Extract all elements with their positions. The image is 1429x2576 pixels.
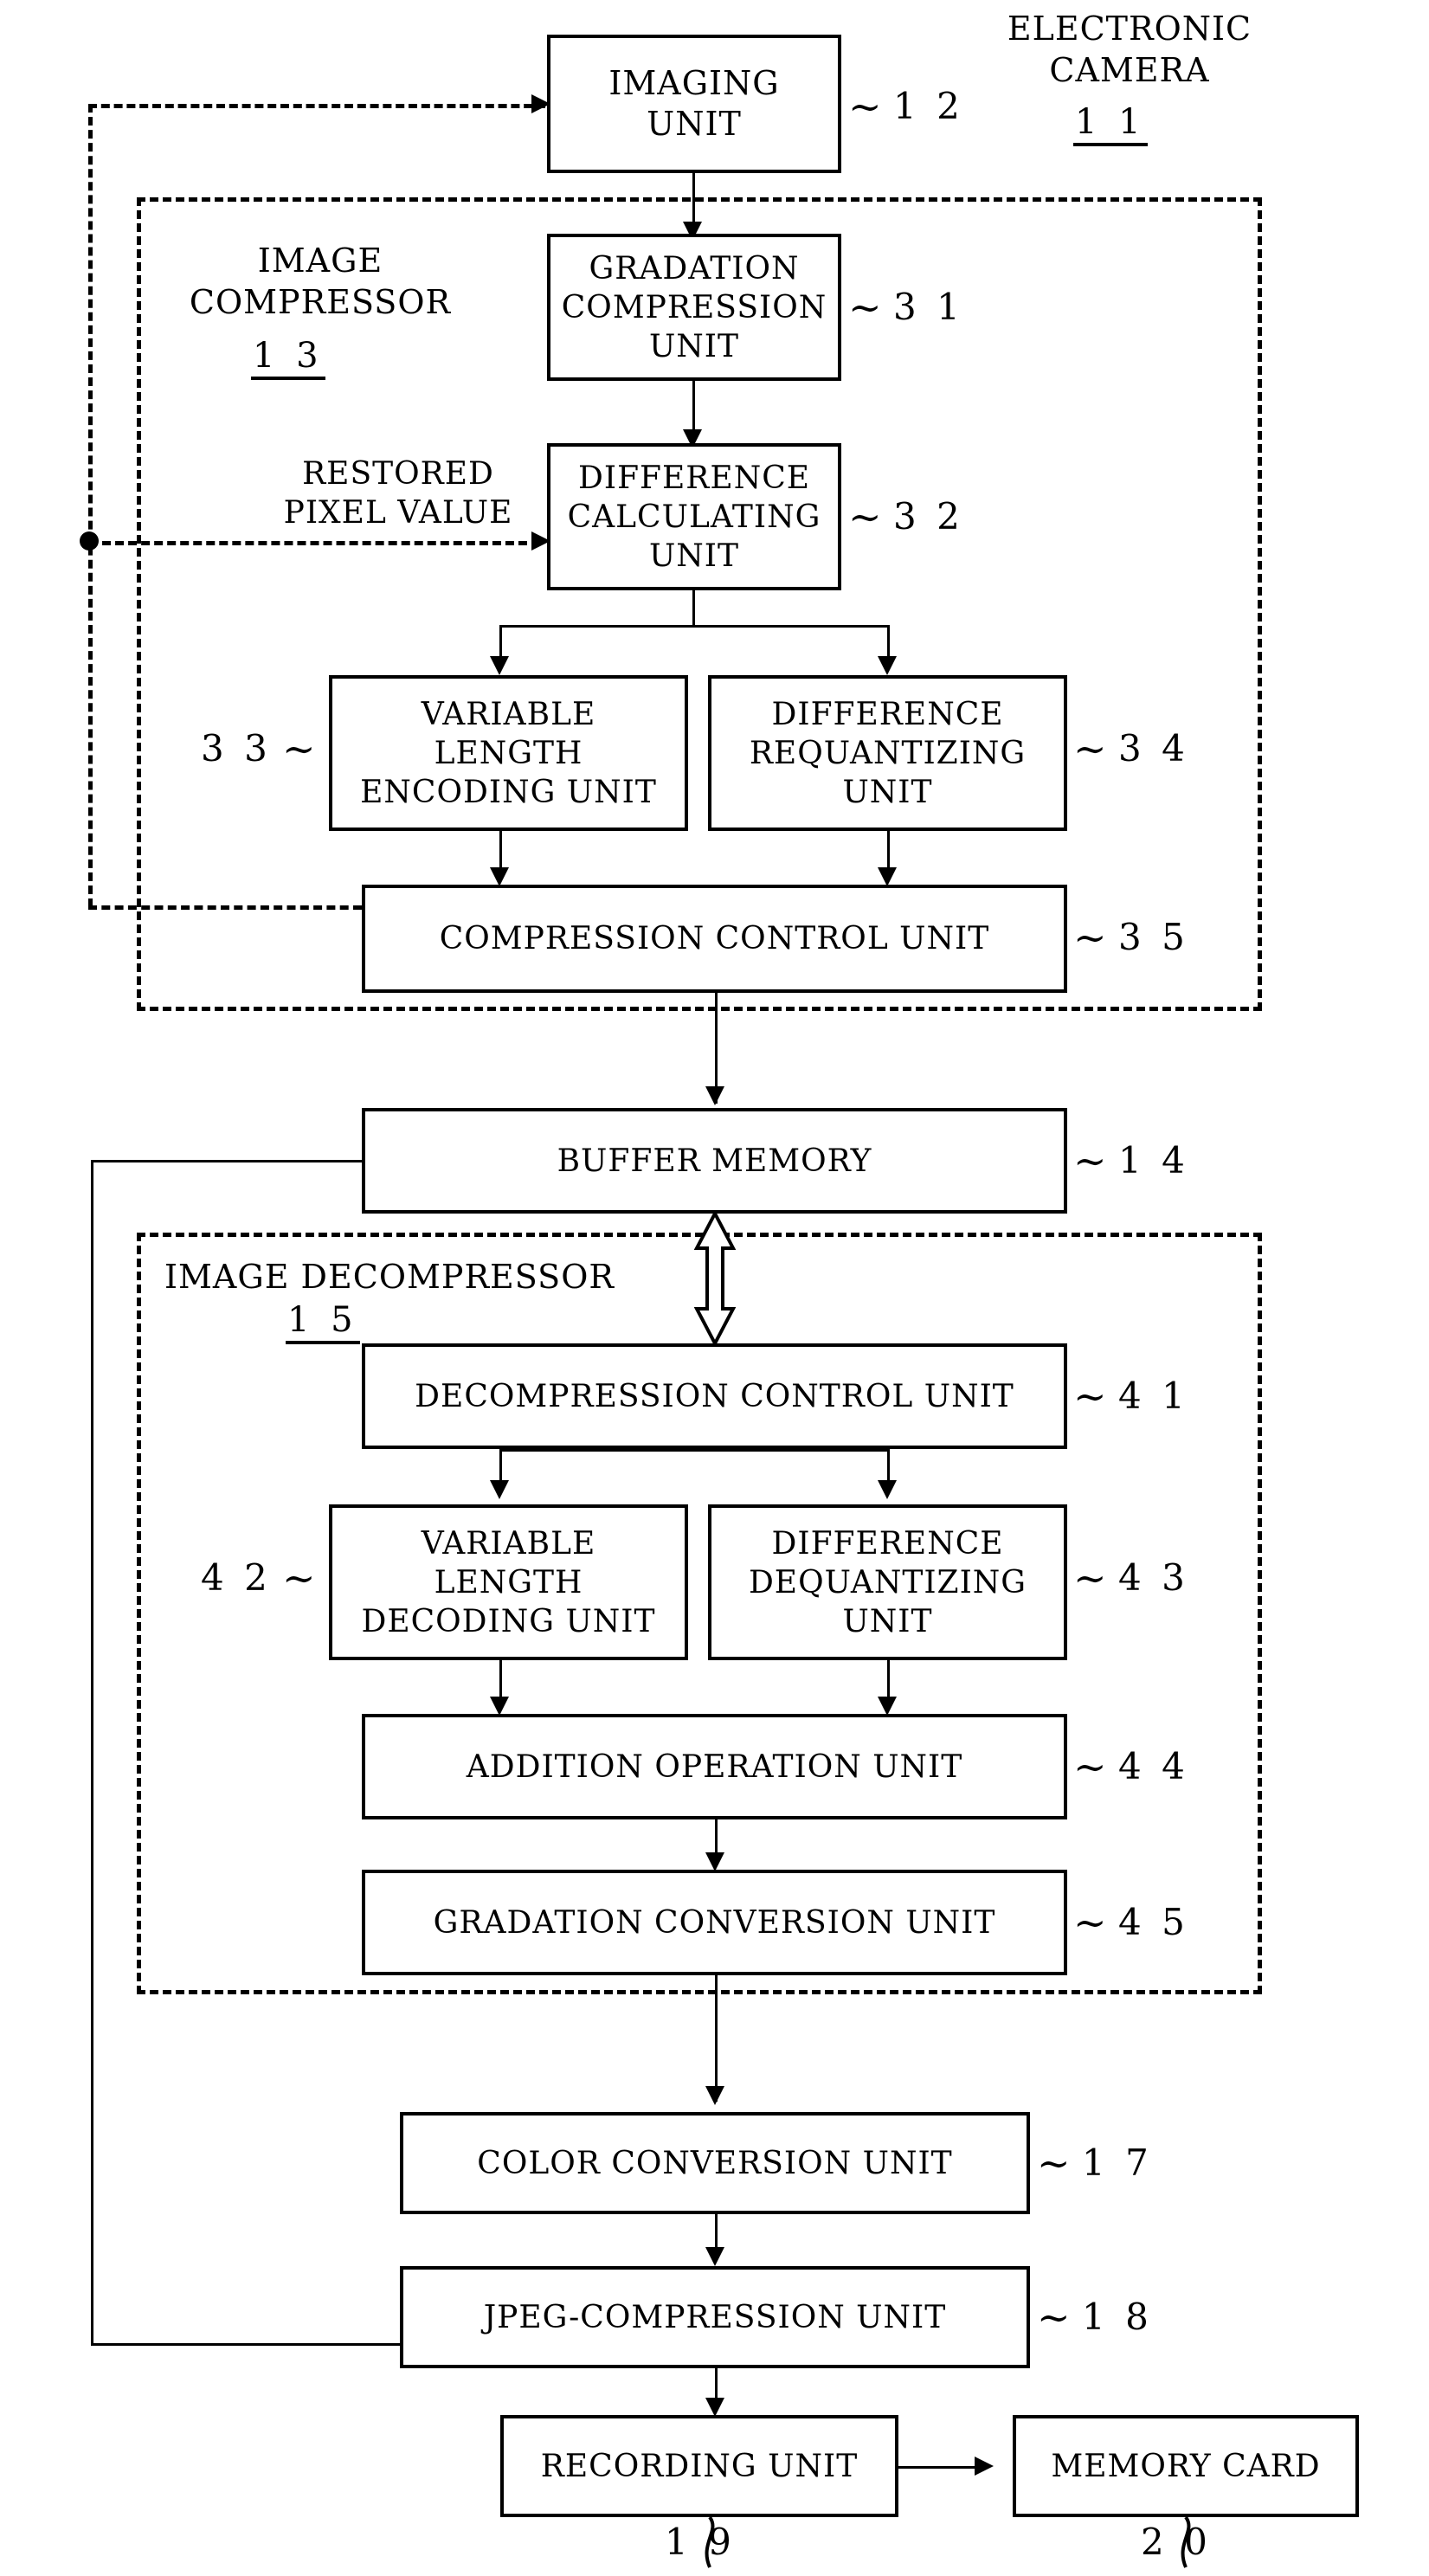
squiggle-icon-12: ∼ [848, 83, 882, 130]
squiggle-icon-33: ∼ [282, 725, 316, 772]
block-color-conversion-unit[interactable]: COLOR CONVERSION UNIT [400, 2112, 1030, 2214]
ref-imaging-unit: 1 2 [893, 85, 964, 127]
patent-block-diagram: ELECTRONIC CAMERA 1 1 IMAGING UNIT ∼ 1 2… [0, 0, 1429, 2576]
line-difference-fork-bar [499, 625, 887, 628]
block-memory-card[interactable]: MEMORY CARD [1013, 2415, 1359, 2517]
squiggle-icon-43: ∼ [1073, 1555, 1107, 1601]
block-memory-card-label: MEMORY CARD [1051, 2448, 1321, 2484]
squiggle-icon-41: ∼ [1073, 1373, 1107, 1420]
block-difference-dequantizing-unit-label: DIFFERENCE DEQUANTIZING UNIT [748, 1525, 1027, 1639]
ref-difference-requantizing-unit: 3 4 [1118, 727, 1189, 770]
squiggle-icon-42: ∼ [282, 1555, 316, 1601]
block-addition-operation-unit-label: ADDITION OPERATION UNIT [466, 1748, 963, 1785]
arrow-color-to-jpeg [705, 2247, 724, 2266]
restored-pixel-value-label: RESTORED PIXEL VALUE [283, 456, 513, 531]
arrow-gradation-to-color [705, 2086, 724, 2105]
ref-variable-length-encoding-unit: 3 3 [201, 727, 272, 770]
image-decompressor-label: IMAGE DECOMPRESSOR [164, 1258, 615, 1296]
block-gradation-conversion-unit-label: GRADATION CONVERSION UNIT [433, 1904, 996, 1941]
squiggle-icon-14: ∼ [1073, 1137, 1107, 1184]
arrow-jpeg-to-recording [705, 2398, 724, 2417]
ref-difference-calculating-unit: 3 2 [893, 495, 964, 538]
squiggle-icon-44: ∼ [1073, 1743, 1107, 1790]
restored-pixel-dash [89, 541, 540, 545]
line-gradation-to-color [715, 1975, 718, 2102]
ref-buffer-memory: 1 4 [1118, 1139, 1189, 1182]
arrow-to-variable-length-decoding [490, 1480, 509, 1499]
bidirectional-arrow-icon [693, 1214, 737, 1343]
ref-variable-length-decoding-unit: 4 2 [201, 1556, 272, 1599]
image-compressor-ref: 1 3 [251, 336, 325, 380]
arrow-dequantizing-to-addition [878, 1697, 897, 1716]
feedback-dash-bottom [88, 905, 362, 910]
arrow-to-difference-dequantizing [878, 1480, 897, 1499]
image-decompressor-ref-value: 1 5 [286, 1300, 360, 1344]
block-gradation-conversion-unit[interactable]: GRADATION CONVERSION UNIT [362, 1870, 1067, 1975]
block-variable-length-decoding-unit-label: VARIABLE LENGTH DECODING UNIT [361, 1525, 656, 1639]
arrow-addition-to-gradation-conversion [705, 1852, 724, 1871]
block-compression-control-unit-label: COMPRESSION CONTROL UNIT [439, 921, 990, 956]
block-color-conversion-unit-label: COLOR CONVERSION UNIT [477, 2145, 953, 2181]
arrow-recording-to-memory-card [975, 2457, 994, 2476]
squiggle-icon-32: ∼ [848, 493, 882, 540]
arrow-encoding-to-control [490, 867, 509, 886]
block-compression-control-unit[interactable]: COMPRESSION CONTROL UNIT [362, 885, 1067, 993]
line-decomp-fork-bar [499, 1449, 887, 1452]
block-difference-dequantizing-unit[interactable]: DIFFERENCE DEQUANTIZING UNIT [708, 1504, 1067, 1660]
electronic-camera-ref-value: 1 1 [1073, 102, 1148, 146]
line-difference-fork-stem [692, 590, 695, 627]
squiggle-icon-35: ∼ [1073, 914, 1107, 961]
block-gradation-compression-unit-label: GRADATION COMPRESSION UNIT [561, 250, 827, 364]
squiggle-icon-31: ∼ [848, 284, 882, 331]
block-difference-requantizing-unit-label: DIFFERENCE REQUANTIZING UNIT [749, 696, 1027, 810]
electronic-camera-label: ELECTRONIC CAMERA [1007, 10, 1252, 89]
block-difference-calculating-unit[interactable]: DIFFERENCE CALCULATING UNIT [547, 443, 841, 590]
block-addition-operation-unit[interactable]: ADDITION OPERATION UNIT [362, 1714, 1067, 1819]
image-compressor-label: IMAGE COMPRESSOR [189, 242, 452, 321]
block-recording-unit[interactable]: RECORDING UNIT [500, 2415, 898, 2517]
ref-compression-control-unit: 3 5 [1118, 916, 1189, 958]
block-variable-length-decoding-unit[interactable]: VARIABLE LENGTH DECODING UNIT [329, 1504, 688, 1660]
squiggle-icon-34: ∼ [1073, 725, 1107, 772]
arrow-to-variable-length-encoding [490, 656, 509, 675]
ref-decompression-control-unit: 4 1 [1118, 1375, 1189, 1417]
block-decompression-control-unit[interactable]: DECOMPRESSION CONTROL UNIT [362, 1343, 1067, 1449]
squiggle-icon-45: ∼ [1073, 1899, 1107, 1946]
block-jpeg-compression-unit-label: JPEG-COMPRESSION UNIT [483, 2299, 947, 2335]
ref-addition-operation-unit: 4 4 [1118, 1745, 1189, 1787]
ref-gradation-compression-unit: 3 1 [893, 286, 964, 328]
block-decompression-control-unit-label: DECOMPRESSION CONTROL UNIT [415, 1378, 1014, 1414]
block-variable-length-encoding-unit[interactable]: VARIABLE LENGTH ENCODING UNIT [329, 675, 688, 831]
line-recording-to-memory-card [898, 2466, 985, 2469]
arrow-to-difference-requantizing [878, 656, 897, 675]
block-imaging-unit[interactable]: IMAGING UNIT [547, 35, 841, 173]
line-buffer-left-tap [91, 1160, 364, 1162]
squiggle-icon-17: ∼ [1037, 2140, 1071, 2186]
block-gradation-compression-unit[interactable]: GRADATION COMPRESSION UNIT [547, 234, 841, 381]
block-buffer-memory-label: BUFFER MEMORY [557, 1143, 872, 1179]
arrow-control-to-buffer [705, 1086, 724, 1105]
block-jpeg-compression-unit[interactable]: JPEG-COMPRESSION UNIT [400, 2266, 1030, 2368]
ref-memory-card: 2 0 [1141, 2521, 1212, 2563]
image-compressor-ref-value: 1 3 [251, 336, 325, 380]
arrow-requantizing-to-control [878, 867, 897, 886]
block-buffer-memory[interactable]: BUFFER MEMORY [362, 1108, 1067, 1214]
ref-recording-unit: 1 9 [665, 2521, 736, 2563]
feedback-dash-top [88, 104, 545, 108]
arrow-decoding-to-addition [490, 1697, 509, 1716]
block-difference-requantizing-unit[interactable]: DIFFERENCE REQUANTIZING UNIT [708, 675, 1067, 831]
feedback-dash-vertical [88, 104, 93, 907]
line-buffer-to-recording-vertical [91, 1160, 93, 2343]
ref-jpeg-compression-unit: 1 8 [1082, 2296, 1153, 2338]
image-decompressor-ref: 1 5 [286, 1300, 360, 1344]
squiggle-icon-18: ∼ [1037, 2294, 1071, 2341]
electronic-camera-ref: 1 1 [1073, 102, 1148, 146]
ref-color-conversion-unit: 1 7 [1082, 2141, 1153, 2184]
ref-difference-dequantizing-unit: 4 3 [1118, 1556, 1189, 1599]
block-imaging-unit-label: IMAGING UNIT [608, 63, 780, 144]
block-variable-length-encoding-unit-label: VARIABLE LENGTH ENCODING UNIT [360, 696, 657, 810]
ref-gradation-conversion-unit: 4 5 [1118, 1901, 1189, 1943]
block-difference-calculating-unit-label: DIFFERENCE CALCULATING UNIT [567, 460, 821, 574]
block-recording-unit-label: RECORDING UNIT [540, 2448, 859, 2484]
